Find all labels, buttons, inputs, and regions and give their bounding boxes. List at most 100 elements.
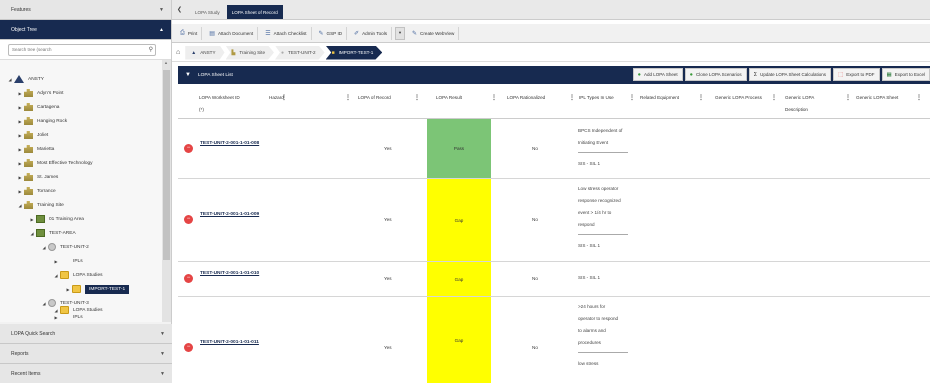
expanded-arrow-icon[interactable]: ◢ [52, 308, 60, 313]
kebab-menu-icon[interactable]: ⋮ [629, 92, 635, 104]
export-pdf-button[interactable]: ⬚ Export to PDF [833, 68, 880, 81]
tree-node-marietta[interactable]: ▶ Marietta [16, 142, 54, 156]
attach-checklist-button[interactable]: ☰ Attach Checklist [261, 26, 312, 40]
expanded-arrow-icon[interactable]: ◢ [6, 77, 14, 82]
tree-scrollbar[interactable]: ▲ [162, 60, 171, 322]
table-row[interactable]: − TEST-UNIT-2-001-1-01-008 Yes Pass No B… [178, 119, 930, 179]
breadcrumb-training-site[interactable]: ▙ Training Site [225, 45, 274, 60]
kebab-menu-icon[interactable]: ⋮ [491, 92, 497, 104]
tree-node-most-effective-technology[interactable]: ▶ Most Effective Technology [16, 156, 93, 170]
recent-items-header[interactable]: Recent Items ▼ [0, 364, 172, 383]
tree-node-ansty[interactable]: ◢ ANSTY [6, 72, 44, 86]
tree-node-test-unit-2[interactable]: ◢ TEST-UNIT-2 [40, 240, 89, 254]
tab-lopa-sheet-of-record[interactable]: LOPA Sheet of Record [226, 5, 283, 19]
tree-node-test-area[interactable]: ◢ TEST-AREA [28, 226, 76, 240]
tree-node-training-site[interactable]: ◢ Training Site [16, 198, 64, 212]
tree-search-input[interactable] [9, 44, 139, 55]
kebab-menu-icon[interactable]: ⋮ [845, 92, 851, 104]
col-worksheet-id[interactable]: LOPA Worksheet ID (*) ⋮ [199, 92, 287, 116]
collapsed-arrow-icon[interactable]: ▶ [52, 259, 60, 264]
col-generic-description[interactable]: Generic LOPA Description ⋮ [785, 92, 851, 116]
expanded-arrow-icon[interactable]: ◢ [40, 245, 48, 250]
chevron-up-icon[interactable]: ▲ [159, 27, 164, 33]
expanded-arrow-icon[interactable]: ◢ [52, 273, 60, 278]
export-excel-button[interactable]: ▦ Export to Excel [881, 68, 930, 81]
tree-node-import-test-1[interactable]: ▶ IMPORT-TEST-1 [64, 282, 130, 296]
collapsed-arrow-icon[interactable]: ▶ [16, 119, 24, 124]
search-icon[interactable]: ⚲ [149, 46, 153, 53]
tree-node-lopa-studies-2[interactable]: ◢ LOPA Studies [52, 303, 103, 317]
table-row[interactable]: − TEST-UNIT-2-001-1-01-011 Yes Gap No >2… [178, 297, 930, 383]
gsp-id-button[interactable]: ✎ GSP ID [315, 26, 348, 40]
collapsed-arrow-icon[interactable]: ▶ [16, 91, 24, 96]
delete-row-icon[interactable]: − [184, 215, 193, 224]
kebab-menu-icon[interactable]: ⋮ [916, 92, 922, 104]
home-icon[interactable]: ⌂ [176, 49, 180, 56]
breadcrumb-test-unit-2[interactable]: ● TEST-UNIT-2 [275, 45, 325, 60]
chevron-down-icon[interactable]: ▼ [160, 351, 165, 357]
tree-node-lopa-studies[interactable]: ◢ LOPA Studies [52, 268, 103, 282]
kebab-menu-icon[interactable]: ⋮ [345, 92, 351, 104]
delete-row-icon[interactable]: − [184, 144, 193, 153]
lopa-quick-search-header[interactable]: LOPA Quick Search ▼ [0, 324, 172, 344]
col-of-record[interactable]: LOPA of Record ⋮ [358, 92, 420, 104]
worksheet-id-link[interactable]: TEST-UNIT-2-001-1-01-010 [200, 268, 260, 279]
admin-tools-button[interactable]: ✐ Admin Tools [350, 26, 393, 40]
collapsed-arrow-icon[interactable]: ▶ [16, 161, 24, 166]
chevron-down-icon[interactable]: ▼ [160, 371, 165, 377]
tree-node-st-james[interactable]: ▶ St. James [16, 170, 58, 184]
clone-lopa-scenarios-button[interactable]: ● Clone LOPA Scenarios [684, 68, 747, 81]
tree-node-01-training-area[interactable]: ▶ 01 Training Area [28, 212, 84, 226]
kebab-menu-icon[interactable]: ⋮ [414, 92, 420, 104]
col-rationalized[interactable]: LOPA Rationalized ⋮ [507, 92, 575, 104]
collapsed-arrow-icon[interactable]: ▶ [16, 189, 24, 194]
worksheet-id-link[interactable]: TEST-UNIT-2-001-1-01-009 [200, 209, 260, 220]
object-tree-header[interactable]: Object Tree ▲ [0, 20, 171, 40]
chevron-down-icon[interactable]: ▼ [160, 331, 165, 337]
create-webview-button[interactable]: ✎ Create WebView [408, 26, 460, 40]
chevron-left-icon[interactable]: ❮ [175, 2, 184, 18]
admin-tools-dropdown[interactable]: ▾ [395, 26, 406, 40]
print-button[interactable]: ⎙ Print [176, 26, 203, 40]
col-generic-sheet[interactable]: Generic LOPA Sheet ⋮ [856, 92, 922, 104]
delete-row-icon[interactable]: − [184, 343, 193, 352]
worksheet-id-link[interactable]: TEST-UNIT-2-001-1-01-008 [200, 138, 260, 149]
filter-icon[interactable]: ▼ [178, 72, 198, 78]
worksheet-id-link[interactable]: TEST-UNIT-2-001-1-01-011 [200, 337, 260, 348]
expanded-arrow-icon[interactable]: ◢ [28, 231, 36, 236]
expanded-arrow-icon[interactable]: ◢ [16, 203, 24, 208]
scrollbar-thumb[interactable] [163, 70, 170, 260]
chevron-down-icon[interactable]: ▼ [159, 7, 164, 13]
col-generic-process[interactable]: Generic LOPA Process ⋮ [715, 92, 777, 104]
collapsed-arrow-icon[interactable]: ▶ [16, 133, 24, 138]
tree-node-cartagena[interactable]: ▶ Cartagena [16, 100, 59, 114]
kebab-menu-icon[interactable]: ⋮ [569, 92, 575, 104]
col-ipl-types[interactable]: IPL Types In Use ⋮ [579, 92, 635, 104]
kebab-menu-icon[interactable]: ⋮ [698, 92, 704, 104]
scroll-up-icon[interactable]: ▲ [164, 60, 168, 65]
delete-row-icon[interactable]: − [184, 274, 193, 283]
kebab-menu-icon[interactable]: ⋮ [771, 92, 777, 104]
col-result[interactable]: LOPA Result ⋮ [436, 92, 497, 104]
collapsed-arrow-icon[interactable]: ▶ [16, 105, 24, 110]
collapsed-arrow-icon[interactable]: ▶ [64, 287, 72, 292]
collapsed-arrow-icon[interactable]: ▶ [16, 147, 24, 152]
collapsed-arrow-icon[interactable]: ▶ [16, 175, 24, 180]
tree-node-joliet[interactable]: ▶ Joliet [16, 128, 48, 142]
tree-node-ipls[interactable]: ▶ IPLs [52, 254, 82, 268]
tree-node-hanging-rock[interactable]: ▶ Hanging Rock [16, 114, 67, 128]
attach-document-button[interactable]: ▤ Attach Document [205, 26, 259, 40]
breadcrumb-ansty[interactable]: ▲ ANSTY [185, 45, 225, 60]
update-calculations-button[interactable]: Σ Update LOPA Sheet Calculations [748, 68, 832, 81]
table-row[interactable]: − TEST-UNIT-2-001-1-01-009 Yes Gap No Lo… [178, 179, 930, 262]
reports-header[interactable]: Reports ▼ [0, 344, 172, 364]
tree-node-adyns-point[interactable]: ▶ Adyn's Point [16, 86, 64, 100]
col-hazard[interactable]: Hazard ⋮ [269, 92, 351, 104]
tree-node-torrance[interactable]: ▶ Torrance [16, 184, 56, 198]
expanded-arrow-icon[interactable]: ◢ [40, 301, 48, 306]
features-header[interactable]: Features ▼ [0, 0, 171, 20]
breadcrumb-import-test-1[interactable]: ■ IMPORT-TEST-1 [325, 45, 383, 60]
tab-lopa-study[interactable]: LOPA Study [190, 5, 225, 19]
collapsed-arrow-icon[interactable]: ▶ [28, 217, 36, 222]
table-row[interactable]: − TEST-UNIT-2-001-1-01-010 Yes Gap No SI… [178, 262, 930, 297]
